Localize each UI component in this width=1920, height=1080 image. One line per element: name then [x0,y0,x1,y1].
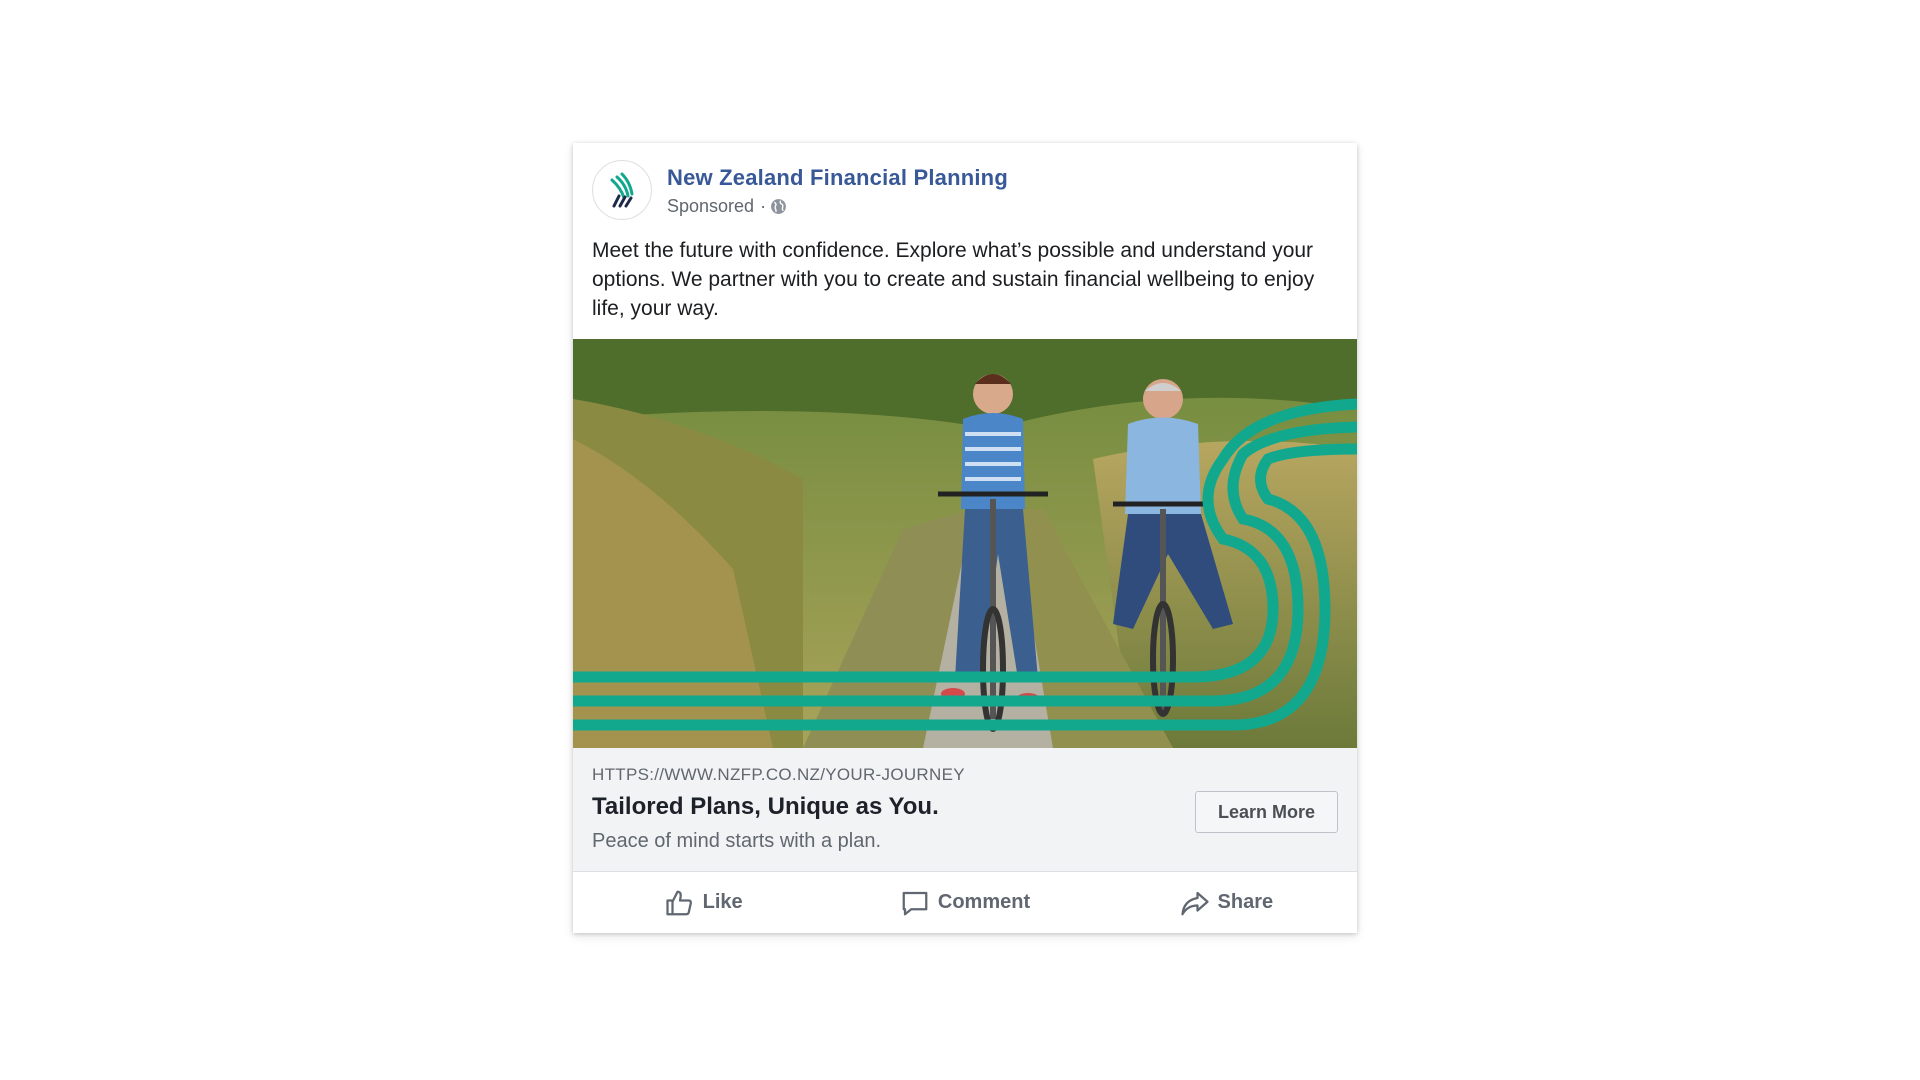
comment-label: Comment [937,891,1031,913]
link-headline[interactable]: Tailored Plans, Unique as You. [592,793,939,821]
sponsored-post-card: New Zealand Financial Planning Sponsored… [573,143,1357,933]
link-description: Peace of mind starts with a plan. [592,830,882,852]
page-name-link[interactable]: New Zealand Financial Planning [667,165,1008,191]
link-preview[interactable]: HTTPS://WWW.NZFP.CO.NZ/YOUR-JOURNEY Tail… [573,748,1357,872]
share-label: Share [1217,891,1274,913]
learn-more-button[interactable]: Learn More [1195,791,1338,833]
post-body-text: Meet the future with confidence. Explore… [592,239,1315,320]
nzfp-logo-icon [610,172,634,208]
meta-separator: · [760,196,767,216]
post-actions-bar: Like Comment Share [573,872,1357,933]
thumbs-up-icon [666,890,692,915]
post-meta: Sponsored · [667,196,787,217]
sponsored-label[interactable]: Sponsored [667,196,754,217]
like-button[interactable]: Like [573,872,834,933]
globe-icon[interactable] [770,198,787,215]
share-arrow-icon [1180,891,1209,915]
like-label: Like [702,891,743,913]
page-avatar[interactable] [592,160,652,220]
ad-hero-image[interactable] [573,339,1357,748]
comment-button[interactable]: Comment [834,872,1095,933]
share-button[interactable]: Share [1096,872,1357,933]
link-url[interactable]: HTTPS://WWW.NZFP.CO.NZ/YOUR-JOURNEY [592,765,965,785]
comment-bubble-icon [902,891,928,915]
post-header: New Zealand Financial Planning Sponsored… [573,143,1357,233]
